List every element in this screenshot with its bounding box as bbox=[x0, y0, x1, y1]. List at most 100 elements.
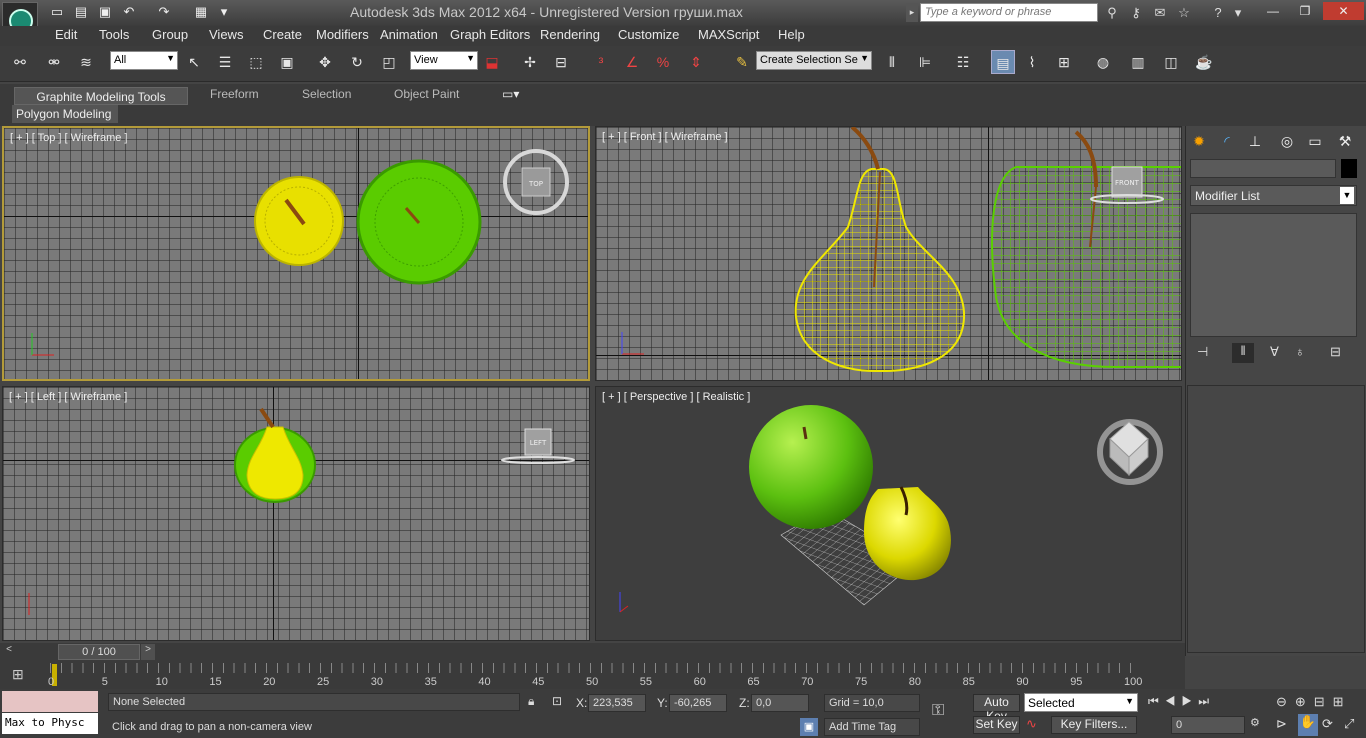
time-configuration-icon[interactable]: ⚙ bbox=[1250, 716, 1264, 734]
favorites-star-icon[interactable]: ☆ bbox=[1174, 3, 1194, 22]
pan-view-icon[interactable]: ✋ bbox=[1298, 714, 1318, 736]
graphite-toggle-icon[interactable]: ▤ bbox=[991, 50, 1015, 74]
viewport-label-top[interactable]: [ + ] [ Top ] [ Wireframe ] bbox=[10, 132, 127, 144]
modifier-list-dropdown[interactable]: Modifier List ▼ bbox=[1190, 185, 1357, 206]
help-dropdown-icon[interactable]: ▾ bbox=[1228, 3, 1248, 22]
y-coordinate-field[interactable]: -60,265 bbox=[669, 694, 727, 712]
menu-views[interactable]: Views bbox=[209, 27, 243, 42]
select-manipulate-icon[interactable]: ✢ bbox=[518, 50, 542, 74]
pivot-center-icon[interactable]: ⬓ bbox=[480, 50, 504, 74]
viewport-front[interactable]: FRONT [ + ] [ Front ] [ Wireframe ] bbox=[595, 126, 1182, 381]
render-teapot-icon[interactable]: ☕ bbox=[1192, 50, 1216, 74]
subscription-icon[interactable]: ⚷ bbox=[1126, 3, 1146, 22]
close-button[interactable]: ✕ bbox=[1323, 2, 1364, 20]
mirror-icon[interactable]: ⫴ bbox=[880, 50, 904, 74]
selection-filter-dropdown[interactable]: All ▼ bbox=[110, 51, 178, 70]
maximize-viewport-icon[interactable]: ⤢ bbox=[1344, 716, 1362, 734]
panel-polygon-modeling[interactable]: Polygon Modeling bbox=[12, 105, 118, 123]
minimize-button[interactable]: — bbox=[1258, 2, 1288, 20]
time-tag-icon[interactable]: ▣ bbox=[800, 718, 818, 736]
new-file-icon[interactable]: ▭ bbox=[48, 3, 66, 21]
spinner-snap-icon[interactable]: ⇕ bbox=[684, 50, 708, 74]
viewport-label-perspective[interactable]: [ + ] [ Perspective ] [ Realistic ] bbox=[602, 391, 750, 403]
viewport-label-front[interactable]: [ + ] [ Front ] [ Wireframe ] bbox=[602, 131, 728, 143]
selection-lock-icon[interactable]: 🔒︎ bbox=[528, 694, 542, 710]
menu-animation[interactable]: Animation bbox=[380, 27, 438, 42]
menu-help[interactable]: Help bbox=[778, 27, 805, 42]
render-setup-icon[interactable]: ▥ bbox=[1126, 50, 1150, 74]
key-tangent-icon[interactable]: ∿ bbox=[1026, 716, 1048, 734]
menu-graph-editors[interactable]: Graph Editors bbox=[450, 27, 530, 42]
time-prev-icon[interactable]: < bbox=[2, 644, 16, 660]
ribbon-options-icon[interactable]: ▭▾ bbox=[502, 87, 526, 105]
project-folder-icon[interactable]: ▦ bbox=[192, 3, 210, 21]
viewport-left[interactable]: LEFT [ + ] [ Left ] [ Wireframe ] bbox=[2, 386, 590, 641]
x-coordinate-field[interactable]: 223,535 bbox=[588, 694, 646, 712]
redo-icon[interactable]: ↷ bbox=[155, 3, 173, 21]
hierarchy-tab-icon[interactable]: ⊥ bbox=[1243, 130, 1267, 152]
menu-create[interactable]: Create bbox=[263, 27, 302, 42]
material-editor-icon[interactable]: ◍ bbox=[1091, 50, 1115, 74]
object-color-swatch[interactable] bbox=[1341, 159, 1357, 178]
mini-curve-editor-icon[interactable]: ⊞ bbox=[12, 666, 34, 686]
menu-group[interactable]: Group bbox=[152, 27, 188, 42]
utilities-tab-icon[interactable]: ⚒ bbox=[1333, 130, 1357, 152]
key-mode-dropdown[interactable]: Selected ▼ bbox=[1024, 693, 1138, 712]
key-filters-button[interactable]: Key Filters... bbox=[1051, 716, 1137, 734]
tab-selection[interactable]: Selection bbox=[302, 87, 351, 105]
unlink-icon[interactable]: ⚮ bbox=[42, 50, 66, 74]
tab-object-paint[interactable]: Object Paint bbox=[394, 87, 459, 105]
viewport-perspective[interactable]: [ + ] [ Perspective ] [ Realistic ] bbox=[595, 386, 1182, 641]
object-name-field[interactable] bbox=[1190, 159, 1336, 178]
maxscript-listener-output[interactable] bbox=[2, 691, 98, 712]
window-crossing-icon[interactable]: ▣ bbox=[275, 50, 299, 74]
show-end-result-icon[interactable]: ‖ bbox=[1232, 343, 1254, 363]
viewport-label-left[interactable]: [ + ] [ Left ] [ Wireframe ] bbox=[9, 391, 127, 403]
auto-key-button[interactable]: Auto Key bbox=[973, 694, 1020, 723]
snaps-toggle-icon[interactable]: ³ bbox=[589, 50, 613, 74]
angle-snap-icon[interactable]: ∠ bbox=[620, 50, 644, 74]
open-file-icon[interactable]: ▤ bbox=[72, 3, 90, 21]
bind-space-warp-icon[interactable]: ≋ bbox=[74, 50, 98, 74]
nav-zoom-icons[interactable]: ⊖⊕⊟⊞ bbox=[1276, 694, 1366, 712]
field-of-view-icon[interactable]: ⊳ bbox=[1276, 716, 1294, 734]
menu-rendering[interactable]: Rendering bbox=[540, 27, 600, 42]
set-key-button[interactable]: Set Key bbox=[973, 716, 1020, 734]
remove-modifier-icon[interactable]: ♁ bbox=[1295, 344, 1313, 362]
viewport-top[interactable]: TOP [ + ] [ Top ] [ Wireframe ] bbox=[2, 126, 590, 381]
maximize-button[interactable]: ❐ bbox=[1290, 2, 1320, 20]
named-selection-dropdown[interactable]: Create Selection Se ▼ bbox=[756, 51, 872, 70]
rendered-frame-window-icon[interactable]: ◫ bbox=[1159, 50, 1183, 74]
display-tab-icon[interactable]: ▭ bbox=[1303, 130, 1327, 152]
time-next-icon[interactable]: > bbox=[141, 644, 155, 660]
link-icon[interactable]: ⚯ bbox=[8, 50, 32, 74]
search-expand-icon[interactable]: ▸ bbox=[906, 3, 918, 22]
rectangular-selection-icon[interactable]: ⬚ bbox=[244, 50, 268, 74]
undo-icon[interactable]: ↶ bbox=[120, 3, 138, 21]
maxscript-mini-listener[interactable]: Max to Physc bbox=[2, 713, 98, 734]
select-object-icon[interactable]: ↖ bbox=[182, 50, 206, 74]
menu-customize[interactable]: Customize bbox=[618, 27, 679, 42]
absolute-mode-transform-icon[interactable]: ⊡ bbox=[552, 694, 568, 710]
modify-tab-icon[interactable]: ◜ bbox=[1215, 130, 1239, 152]
menu-maxscript[interactable]: MAXScript bbox=[698, 27, 759, 42]
menu-modifiers[interactable]: Modifiers bbox=[316, 27, 369, 42]
search-input[interactable]: Type a keyword or phrase bbox=[920, 3, 1098, 22]
orbit-icon[interactable]: ⟳ bbox=[1322, 716, 1340, 734]
keyboard-shortcut-override-icon[interactable]: ⊟ bbox=[549, 50, 573, 74]
make-unique-icon[interactable]: ∀ bbox=[1270, 344, 1288, 362]
create-tab-icon[interactable]: ✹ bbox=[1187, 130, 1211, 152]
set-key-icon[interactable]: ⚿ bbox=[932, 702, 962, 724]
quick-access-dropdown-icon[interactable]: ▾ bbox=[215, 3, 233, 21]
time-slider[interactable] bbox=[0, 643, 1185, 661]
layer-manager-icon[interactable]: ☷ bbox=[951, 50, 975, 74]
schematic-view-icon[interactable]: ⊞ bbox=[1052, 50, 1076, 74]
binoculars-icon[interactable]: ⚲ bbox=[1102, 3, 1122, 22]
configure-modifier-sets-icon[interactable]: ⊟ bbox=[1330, 344, 1348, 362]
tab-graphite-modeling-tools[interactable]: Graphite Modeling Tools bbox=[14, 87, 188, 105]
help-icon[interactable]: ? bbox=[1208, 3, 1228, 22]
select-and-scale-icon[interactable]: ◰ bbox=[377, 50, 401, 74]
curve-editor-icon[interactable]: ⌇ bbox=[1020, 50, 1044, 74]
select-by-name-icon[interactable]: ☰ bbox=[213, 50, 237, 74]
edit-named-selection-icon[interactable]: ✎ bbox=[730, 50, 754, 74]
